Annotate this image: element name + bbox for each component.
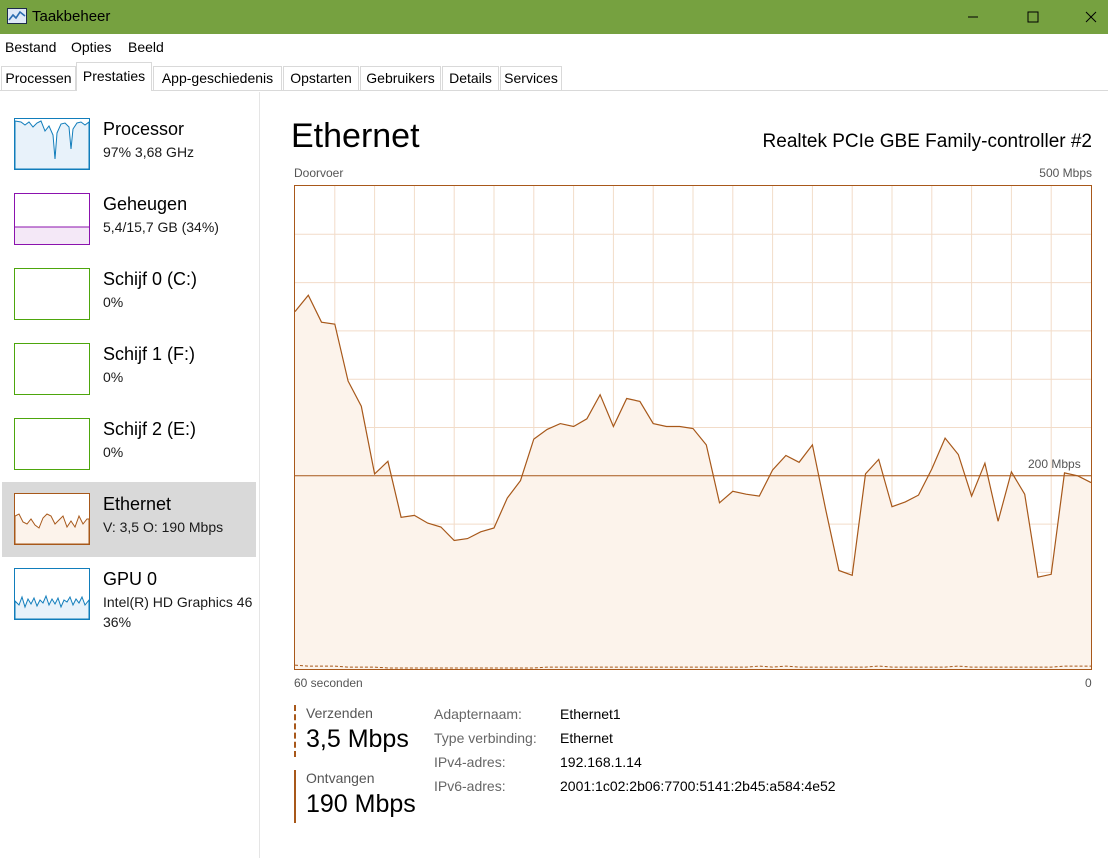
menu-beeld[interactable]: Beeld <box>128 39 164 55</box>
throughput-graph <box>294 185 1092 670</box>
send-label: Verzenden <box>306 705 373 721</box>
gpu-thumbnail <box>14 568 90 620</box>
tab-opstarten[interactable]: Opstarten <box>283 66 359 90</box>
sidebar-item-label: Schijf 1 (F:) <box>103 344 196 364</box>
receive-value: 190 Mbps <box>306 790 416 818</box>
sidebar-item-value: V: 3,5 O: 190 Mbps <box>103 519 224 535</box>
send-value: 3,5 Mbps <box>306 725 409 753</box>
sidebar-item-processor[interactable]: Processor 97% 3,68 GHz <box>2 107 256 182</box>
memory-thumbnail <box>14 193 90 245</box>
sidebar-item-memory[interactable]: Geheugen 5,4/15,7 GB (34%) <box>2 182 256 257</box>
sidebar-item-label: Geheugen <box>103 194 188 214</box>
tab-prestaties[interactable]: Prestaties <box>76 62 152 91</box>
prop-ipv4-value: 192.168.1.14 <box>560 754 642 770</box>
menu-bar: Bestand Opties Beeld <box>0 35 1108 59</box>
menu-opties[interactable]: Opties <box>71 39 111 55</box>
sidebar-item-value: 97% 3,68 GHz <box>103 144 195 160</box>
tab-app-geschiedenis[interactable]: App-geschiedenis <box>153 66 282 90</box>
x-axis-right-label: 0 <box>1085 676 1092 690</box>
processor-thumbnail <box>14 118 90 170</box>
tab-services[interactable]: Services <box>500 66 562 90</box>
tab-strip: Processen Prestaties App-geschiedenis Op… <box>0 60 1108 91</box>
menu-bestand[interactable]: Bestand <box>5 39 56 55</box>
prop-ipv6-value: 2001:1c02:2b06:7700:5141:2b45:a584:4e52 <box>560 778 836 794</box>
sidebar-item-label: Schijf 0 (C:) <box>103 269 198 289</box>
disk-0-thumbnail <box>14 268 90 320</box>
tab-gebruikers[interactable]: Gebruikers <box>360 66 441 90</box>
sidebar-item-value: 5,4/15,7 GB (34%) <box>103 219 219 235</box>
sidebar-item-gpu-0[interactable]: GPU 0 Intel(R) HD Graphics 46 36% <box>2 557 256 632</box>
prop-ipv4-label: IPv4-adres: <box>434 754 506 770</box>
close-button[interactable] <box>1068 0 1108 34</box>
x-axis-left-label: 60 seconden <box>294 676 363 690</box>
prop-type-label: Type verbinding: <box>434 730 537 746</box>
tab-processen[interactable]: Processen <box>1 66 76 90</box>
graph-mid-label: 200 Mbps <box>1028 457 1081 471</box>
prop-adapter-value: Ethernet1 <box>560 706 621 722</box>
disk-1-thumbnail <box>14 343 90 395</box>
page-title: Ethernet <box>291 117 420 155</box>
adapter-name: Realtek PCIe GBE Family-controller #2 <box>762 131 1092 152</box>
sidebar-item-label: Processor <box>103 119 185 139</box>
sidebar-item-value: 0% <box>103 444 124 460</box>
sidebar-item-label: GPU 0 <box>103 569 158 589</box>
prop-adapter-label: Adapternaam: <box>434 706 522 722</box>
task-manager-icon <box>7 8 27 24</box>
prop-type-value: Ethernet <box>560 730 613 746</box>
sidebar-item-ethernet[interactable]: Ethernet V: 3,5 O: 190 Mbps <box>2 482 256 557</box>
sidebar-item-label: Ethernet <box>103 494 172 514</box>
sidebar-item-value: 0% <box>103 369 124 385</box>
window-title: Taakbeheer <box>32 8 111 25</box>
sidebar-item-label: Schijf 2 (E:) <box>103 419 197 439</box>
disk-2-thumbnail <box>14 418 90 470</box>
tab-details[interactable]: Details <box>442 66 499 90</box>
graph-max-label: 500 Mbps <box>1039 166 1092 180</box>
ethernet-thumbnail <box>14 493 90 545</box>
send-stat: Verzenden 3,5 Mbps <box>294 705 424 757</box>
sidebar-item-value: 0% <box>103 294 124 310</box>
prop-ipv6-label: IPv6-adres: <box>434 778 506 794</box>
receive-stat: Ontvangen 190 Mbps <box>294 770 424 823</box>
receive-label: Ontvangen <box>306 770 375 786</box>
title-bar: Taakbeheer <box>0 0 1108 34</box>
sidebar-item-value: Intel(R) HD Graphics 46 <box>103 594 253 610</box>
minimize-button[interactable] <box>950 0 996 34</box>
resource-sidebar: Processor 97% 3,68 GHz Geheugen 5,4/15,7… <box>0 92 260 858</box>
sidebar-item-disk-1[interactable]: Schijf 1 (F:) 0% <box>2 332 256 407</box>
maximize-button[interactable] <box>1010 0 1056 34</box>
throughput-chart <box>294 186 1092 669</box>
graph-label: Doorvoer <box>294 166 344 180</box>
sidebar-item-value-2: 36% <box>103 614 132 630</box>
sidebar-item-disk-0[interactable]: Schijf 0 (C:) 0% <box>2 257 256 332</box>
sidebar-item-disk-2[interactable]: Schijf 2 (E:) 0% <box>2 407 256 482</box>
